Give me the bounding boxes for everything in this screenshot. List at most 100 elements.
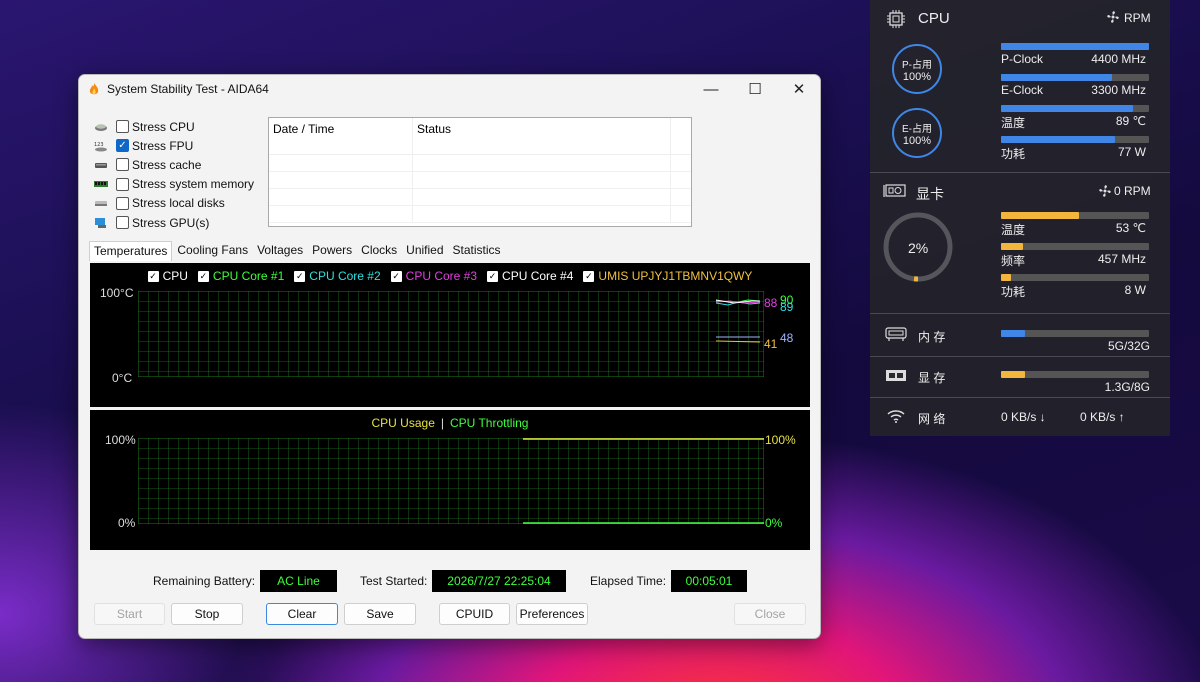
svg-text:123: 123 [94,142,104,148]
divider [870,356,1170,357]
network-label: 网 络 [918,412,946,426]
battery-label: Remaining Battery: [153,574,256,588]
gpu-monitor-icon [95,217,106,228]
cache-icon [95,162,107,168]
start-button[interactable]: Start [94,603,165,625]
tab-powers[interactable]: Powers [308,241,356,261]
gpu-metric-label: 功耗 [1001,285,1026,299]
maximize-button[interactable]: ☐ [733,75,777,103]
usage-axis-max-right: 100% [765,433,796,447]
divider [870,172,1170,173]
legend-separator: | [440,416,444,430]
elapsed-time-label: Elapsed Time: [590,574,667,588]
legend-cpu-core-1[interactable]: ✓ CPU Core #1 [197,269,284,283]
stress-cpu-checkbox[interactable] [116,120,129,134]
temp-axis-max: 100°C [100,286,134,300]
stress-fpu-option[interactable]: 123 ✓ Stress FPU [93,136,254,155]
cpu-metric-label: 功耗 [1001,147,1026,161]
log-column-status[interactable]: Status [413,118,671,154]
cpuid-button[interactable]: CPUID [439,603,510,625]
stress-disks-label: Stress local disks [132,196,225,211]
stress-memory-option[interactable]: Stress system memory [93,175,254,194]
gpu-metric-bar [1001,274,1149,281]
minimize-button[interactable]: — [689,75,733,103]
graph-tabs: Temperatures Cooling Fans Voltages Power… [89,241,506,261]
e-core-usage-ring: E-占用 100% [892,108,942,158]
stress-fpu-checkbox[interactable]: ✓ [116,139,129,153]
stress-gpu-option[interactable]: Stress GPU(s) [93,213,254,232]
legend-cpu-usage[interactable]: CPU Usage [372,416,435,430]
cpu-metric-value: 4400 MHz [1091,52,1146,66]
usage-legend: CPU Usage | CPU Throttling [90,416,810,430]
fan-icon [1107,11,1119,23]
temp-end-ssd: 41 [764,337,778,351]
cpu-metric-bar [1001,136,1149,143]
vram-value: 1.3G/8G [1104,380,1150,394]
stress-memory-label: Stress system memory [132,177,255,192]
stress-gpu-label: Stress GPU(s) [132,215,210,230]
stress-fpu-label: Stress FPU [132,138,194,153]
cpu-metric-bar [1001,43,1149,50]
gpu-metric-value: 8 W [1124,283,1146,297]
title-bar[interactable]: System Stability Test - AIDA64 — ☐ ✕ [79,75,820,103]
p-core-usage-label: P-占用 [902,59,932,71]
status-log-table[interactable]: Date / Time Status [268,117,692,227]
stress-disks-option[interactable]: Stress local disks [93,194,254,213]
legend-cpu-core-2[interactable]: ✓ CPU Core #2 [294,269,381,283]
tab-unified[interactable]: Unified [402,241,447,261]
close-window-button[interactable]: ✕ [777,75,820,103]
log-column-datetime[interactable]: Date / Time [269,118,413,154]
save-button[interactable]: Save [344,603,416,625]
cpu-usage-graph: CPU Usage | CPU Throttling 100% 0% 100% … [90,410,810,550]
test-started-value: 2026/7/27 22:25:04 [432,570,566,592]
tab-clocks[interactable]: Clocks [357,241,401,261]
hardware-monitor-panel: CPU RPM P-占用 100% E-占用 100% P-Clock 4400 … [870,0,1170,436]
stress-cache-option[interactable]: Stress cache [93,155,254,174]
usage-axis-min-left: 0% [118,516,136,530]
tab-temperatures[interactable]: Temperatures [89,241,173,261]
stress-cache-checkbox[interactable] [116,158,129,172]
cpu-metric-value: 77 W [1117,145,1146,159]
cpu-metric-bar [1001,74,1149,81]
clear-button[interactable]: Clear [266,603,338,625]
tab-statistics[interactable]: Statistics [449,241,505,261]
legend-cpu-throttling[interactable]: CPU Throttling [450,416,528,430]
video-memory-icon [886,370,906,381]
network-upload: 0 KB/s ↑ [1080,410,1125,424]
network-download: 0 KB/s ↓ [1001,410,1046,424]
tab-cooling-fans[interactable]: Cooling Fans [173,241,252,261]
wifi-icon [887,410,905,423]
temperature-legend: ✓ CPU ✓ CPU Core #1 ✓ CPU Core #2 ✓ CPU Core… [90,269,810,283]
stress-disks-checkbox[interactable] [116,196,129,210]
legend-cpu[interactable]: ✓ CPU [147,269,188,283]
battery-value: AC Line [260,570,337,592]
stress-memory-checkbox[interactable] [116,177,129,191]
stress-cpu-label: Stress CPU [132,119,195,134]
p-core-usage-value: 100% [902,70,932,83]
gpu-usage-value: 2% [908,240,929,256]
temp-end-core-3: 88 [764,296,778,310]
disk-icon [95,201,107,207]
temperature-plot [138,291,764,377]
stress-gpu-checkbox[interactable] [116,216,129,230]
legend-cpu-core-4[interactable]: ✓ CPU Core #4 [487,269,573,283]
stress-cpu-option[interactable]: Stress CPU [93,117,254,136]
stop-button[interactable]: Stop [171,603,243,625]
fpu-icon: 123 [94,142,107,152]
cpu-metric-value: 3300 MHz [1091,83,1146,97]
stress-cache-label: Stress cache [132,157,202,172]
cpu-metric-bar [1001,105,1149,112]
gpu-fan-rpm: 0 RPM [1114,184,1151,198]
legend-ssd[interactable]: ✓ UMIS UPJYJ1TBMNV1QWY [583,269,752,283]
memory-value: 5G/32G [1107,339,1150,353]
temperature-graph: ✓ CPU ✓ CPU Core #1 ✓ CPU Core #2 ✓ CPU Core… [90,263,810,407]
e-core-usage-value: 100% [902,134,932,147]
tab-voltages[interactable]: Voltages [253,241,307,261]
aida64-flame-icon [89,83,99,95]
preferences-button[interactable]: Preferences [516,603,588,625]
legend-cpu-core-3[interactable]: ✓ CPU Core #3 [390,269,477,283]
gpu-metric-value: 53 ℃ [1115,221,1146,235]
close-button[interactable]: Close [734,603,806,625]
cpu-metric-label: 温度 [1001,116,1026,130]
cpu-metric-label: E-Clock [1001,83,1044,97]
